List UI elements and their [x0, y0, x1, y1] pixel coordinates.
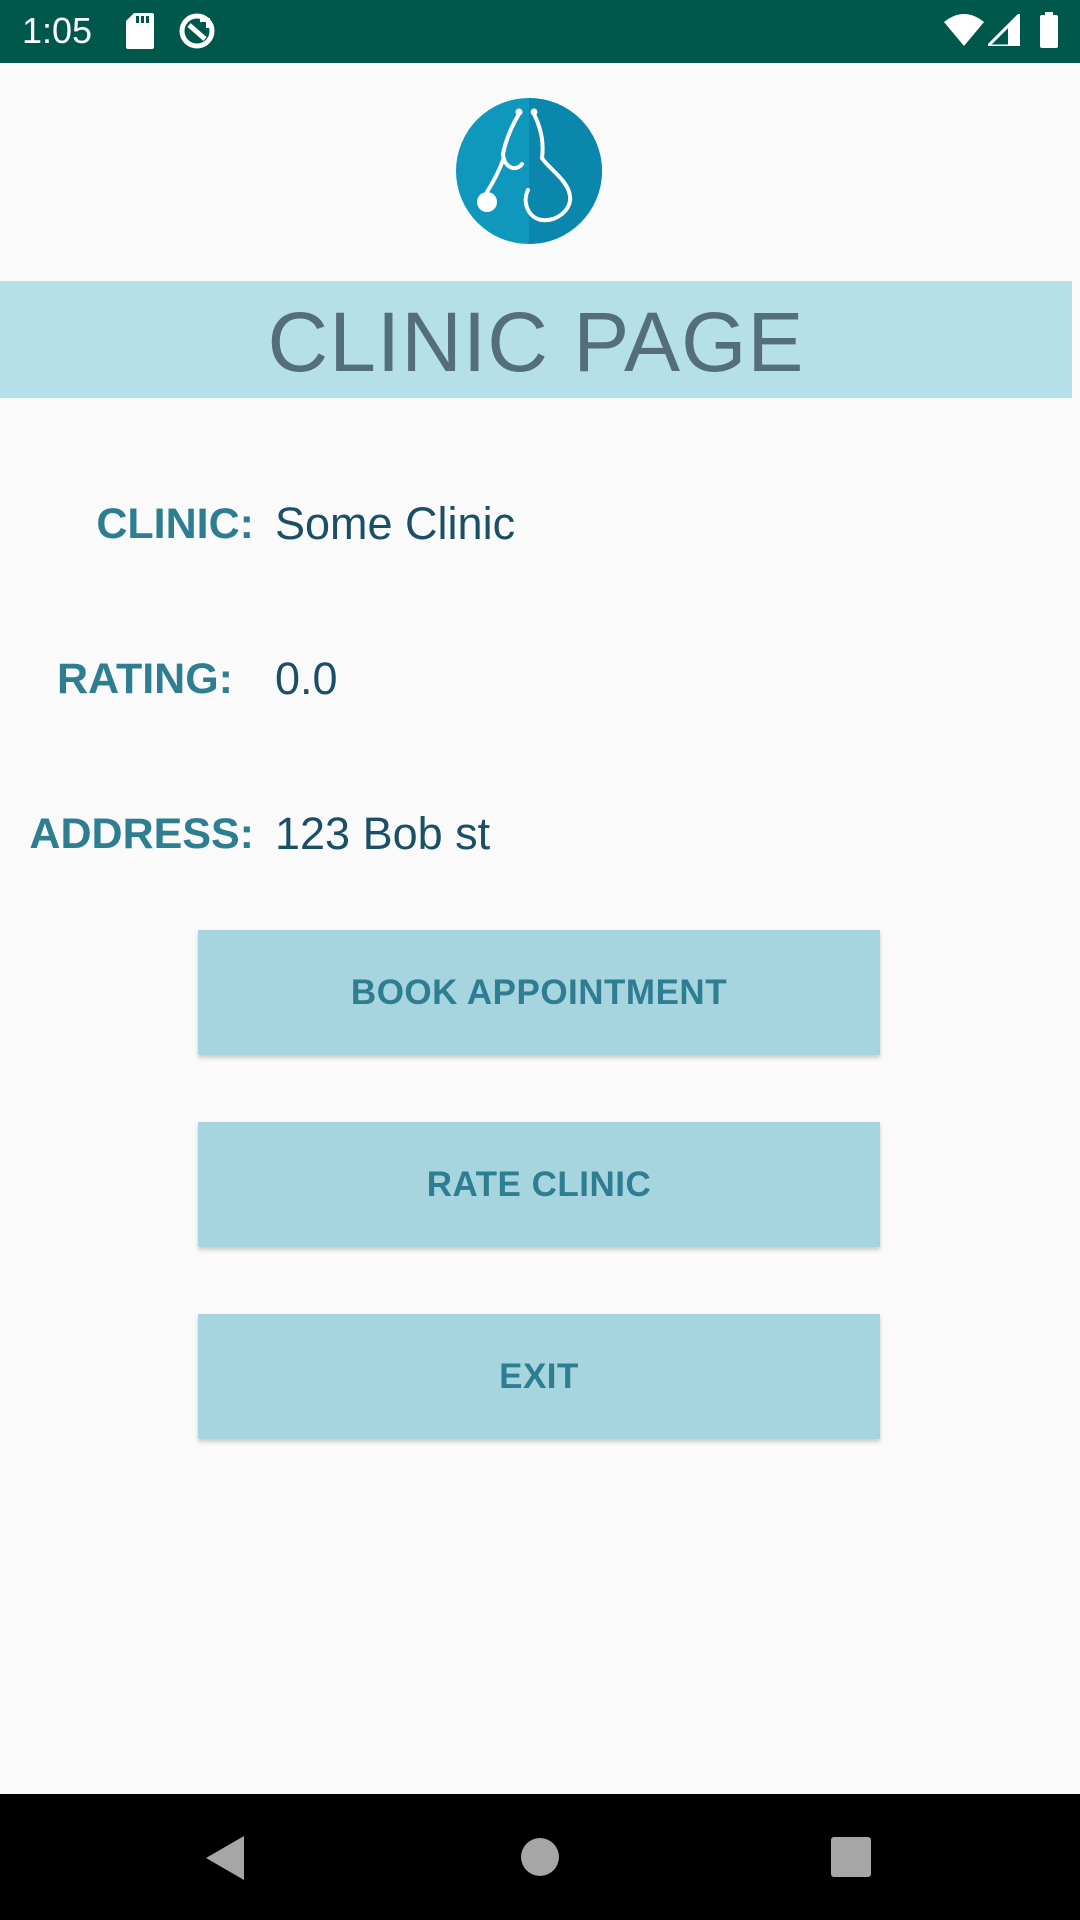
- home-icon[interactable]: [520, 1837, 560, 1882]
- page-title: CLINIC PAGE: [267, 295, 805, 389]
- navigation-bar: [0, 1794, 1080, 1920]
- rate-clinic-button[interactable]: RATE CLINIC: [198, 1122, 880, 1247]
- sd-card-icon: [126, 13, 154, 54]
- signal-icon: [984, 10, 1022, 51]
- page-title-banner: CLINIC PAGE: [0, 281, 1072, 398]
- recents-icon[interactable]: [831, 1837, 871, 1882]
- stethoscope-logo-icon: [456, 98, 602, 244]
- sync-icon: [178, 12, 216, 55]
- status-bar: 1:05: [0, 0, 1080, 63]
- back-icon[interactable]: [206, 1836, 246, 1885]
- rating-value: 0.0: [275, 653, 338, 704]
- clinic-name-value: Some Clinic: [275, 498, 516, 549]
- status-time: 1:05: [22, 10, 93, 51]
- rating-label: RATING:: [57, 655, 233, 703]
- wifi-icon: [944, 14, 984, 51]
- address-value: 123 Bob st: [275, 808, 491, 859]
- clinic-screen: 1:05 CLINIC PAGE CLINIC: Some Clinic RAT…: [0, 0, 1080, 1920]
- battery-icon: [1040, 12, 1058, 53]
- exit-button[interactable]: EXIT: [198, 1314, 880, 1439]
- book-appointment-button[interactable]: BOOK APPOINTMENT: [198, 930, 880, 1055]
- address-label: ADDRESS:: [29, 810, 254, 858]
- clinic-label: CLINIC:: [96, 500, 254, 548]
